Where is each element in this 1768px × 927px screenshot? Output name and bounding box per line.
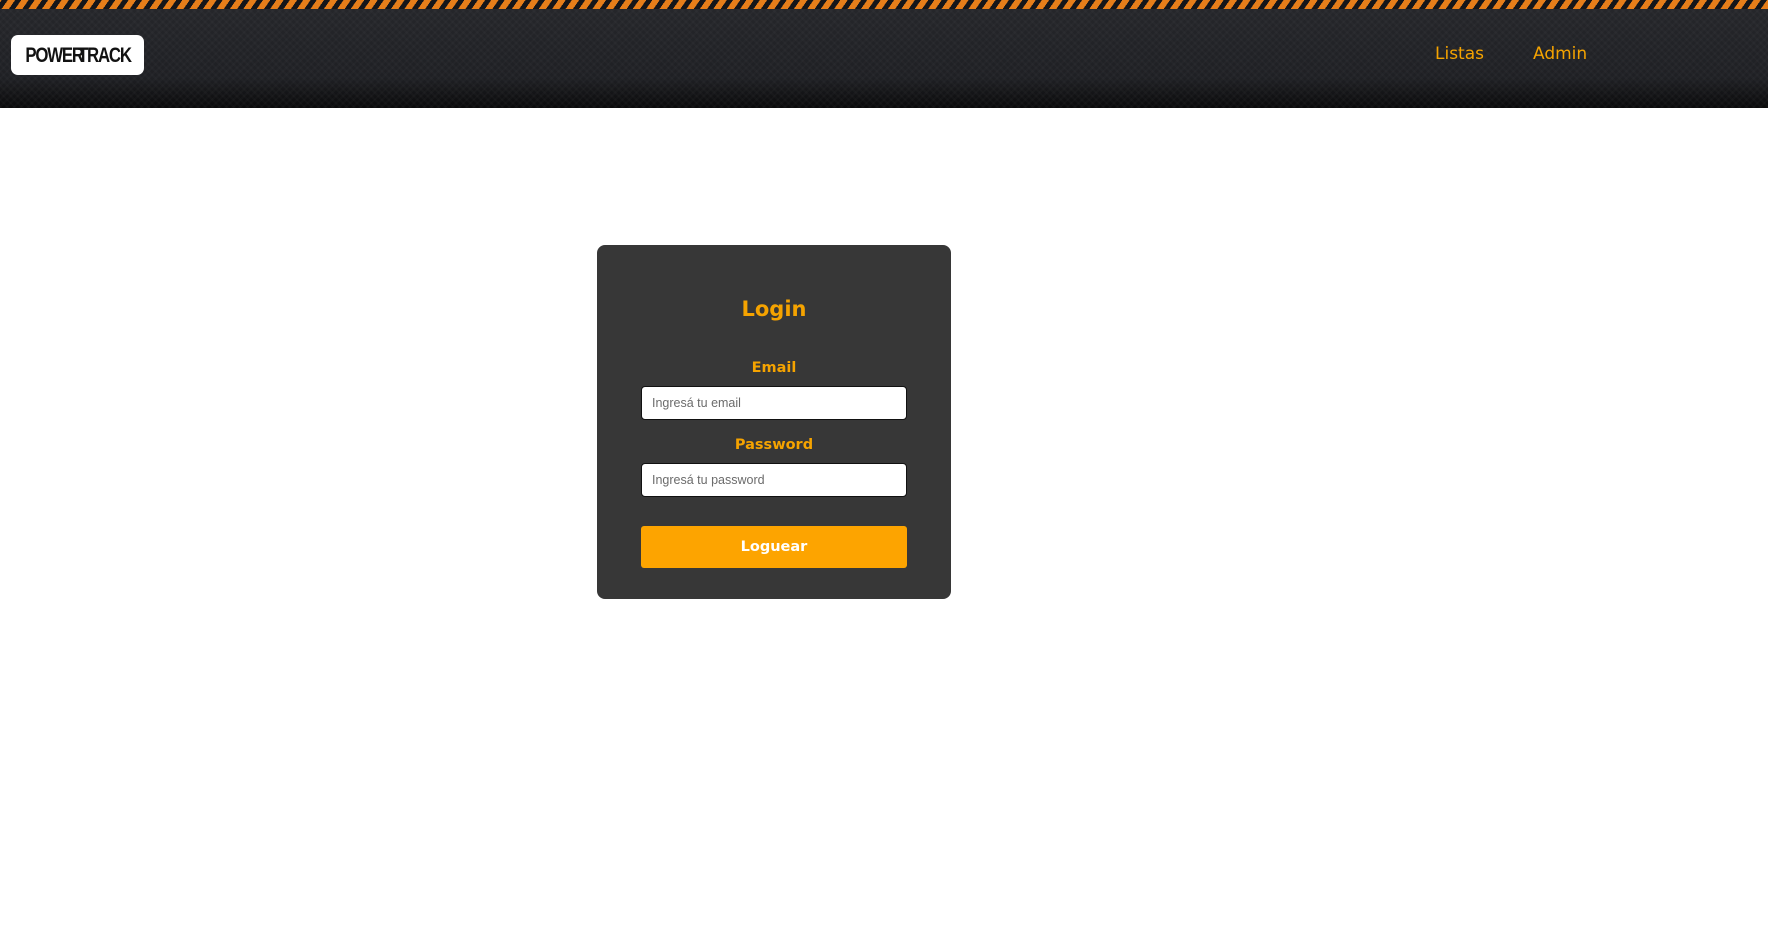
- logo-word-track: TRACK: [78, 43, 132, 67]
- login-title: Login: [741, 297, 807, 321]
- email-input[interactable]: [641, 386, 907, 420]
- password-label: Password: [734, 437, 814, 453]
- top-header: POWER TRACK Listas Admin: [0, 0, 1768, 108]
- login-submit-button[interactable]: Loguear: [641, 526, 907, 568]
- password-input[interactable]: [641, 463, 907, 497]
- nav-link-listas[interactable]: Listas: [1435, 44, 1484, 64]
- power-track-logo[interactable]: POWER TRACK: [11, 35, 144, 75]
- nav-link-admin[interactable]: Admin: [1533, 44, 1587, 64]
- main-nav: Listas Admin: [1435, 44, 1636, 64]
- email-label: Email: [751, 360, 797, 376]
- hazard-stripe: [0, 0, 1768, 9]
- logo-word-power: POWER: [25, 43, 84, 67]
